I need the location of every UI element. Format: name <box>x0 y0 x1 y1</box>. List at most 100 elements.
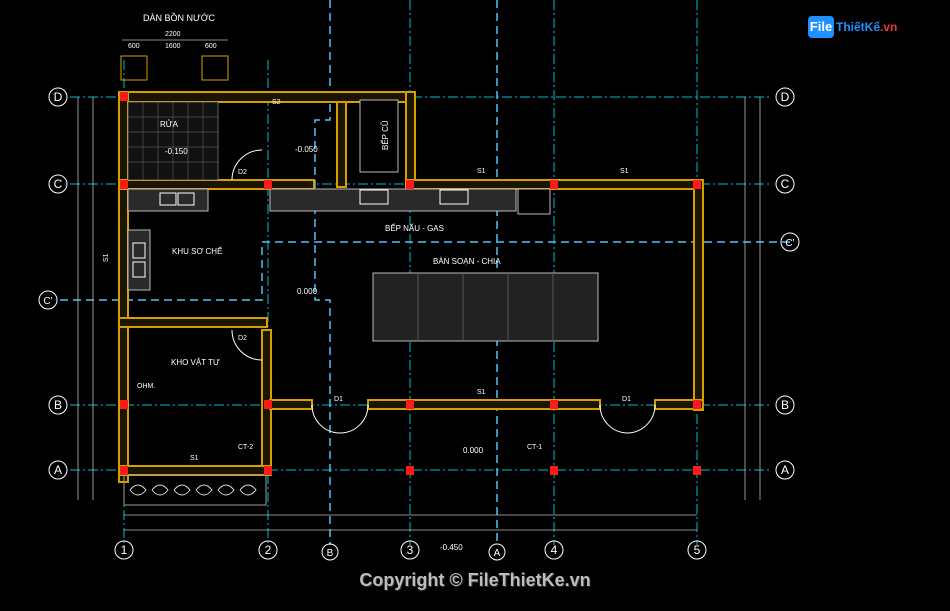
column <box>120 400 128 409</box>
section-label-b: B <box>327 548 334 559</box>
axis-label-2: 2 <box>265 543 272 557</box>
wall-a <box>118 465 272 476</box>
column <box>550 180 558 189</box>
tank-base-right <box>201 55 229 81</box>
counter-wash <box>127 188 209 212</box>
logo-brand: ThiếtKế <box>836 20 881 34</box>
tank-dim-b: 1600 <box>165 43 181 50</box>
door-label: D2 <box>238 169 247 176</box>
door-swing <box>311 404 341 434</box>
plant-icon <box>217 484 235 496</box>
room-label-storage: KHO VẬT TƯ <box>171 358 220 367</box>
door-label: D1 <box>334 396 343 403</box>
door-label: D1 <box>622 396 631 403</box>
level-old-kitchen: -0.050 <box>295 145 318 154</box>
door-swing <box>231 329 263 361</box>
door-swing <box>339 404 369 434</box>
tank-dim-total: 2200 <box>165 31 181 38</box>
wall-b-2 <box>367 399 601 410</box>
column-tag: CT-2 <box>238 444 253 451</box>
fridge <box>517 188 551 215</box>
axis-label-4: 4 <box>551 543 558 557</box>
wash-tiles <box>127 101 219 181</box>
level-hall: 0.000 <box>463 446 484 455</box>
axis-label-c-right: C <box>781 177 790 191</box>
column <box>550 466 558 475</box>
axis-label-c-left: C <box>54 177 63 191</box>
column <box>550 400 558 409</box>
plant-icon <box>173 484 191 496</box>
door-label: D2 <box>238 335 247 342</box>
door-swing <box>231 149 263 181</box>
column <box>406 400 414 409</box>
axis-label-d-right: D <box>781 90 790 104</box>
serving-table <box>372 272 599 342</box>
axis-label-c2-right: C' <box>785 238 794 249</box>
tank-labels: DÀN BỒN NƯỚC 2200 600 1600 600 <box>128 12 217 50</box>
level-wash: -0.150 <box>165 147 188 156</box>
tank-dim-c: 600 <box>205 43 217 50</box>
window-label: S2 <box>272 99 281 106</box>
column <box>406 466 414 475</box>
axis-label-b-right: B <box>781 398 789 412</box>
window-label: S1 <box>477 168 486 175</box>
room-label-serving: BÀN SOẠN - CHIA <box>433 257 501 266</box>
axis-label-b-left: B <box>54 398 62 412</box>
level-outside: -0.450 <box>440 543 463 552</box>
plant-icon <box>195 484 213 496</box>
plant-icon <box>239 484 257 496</box>
window-label: S1 <box>620 168 629 175</box>
wall-right <box>693 179 704 411</box>
brand-logo: File ThiếtKế.vn <box>808 12 928 42</box>
wall-left <box>118 91 129 483</box>
wall-c-left <box>118 179 315 190</box>
axis-label-a-left: A <box>54 463 62 477</box>
room-label-prep: KHU SƠ CHẾ <box>172 246 222 256</box>
axis-label-3: 3 <box>407 543 414 557</box>
logo-suffix: .vn <box>880 20 898 34</box>
door-swing <box>627 404 656 434</box>
old-stove <box>359 99 399 173</box>
window-label: S1 <box>190 455 199 462</box>
tank-dim-a: 600 <box>128 43 140 50</box>
room-label-wash: RỬA <box>160 120 179 129</box>
planter <box>123 474 267 506</box>
section-line-b <box>314 0 331 545</box>
column <box>693 180 701 189</box>
planter-plants <box>129 484 257 496</box>
room-label-ohm: OHM. <box>137 383 155 390</box>
drawing-stage: D C C' B A D C C' B A 1 2 3 4 5 B A DÀN … <box>0 0 950 611</box>
room-label-old-kitchen: BẾP CŨ <box>380 120 390 150</box>
column <box>120 92 128 101</box>
section-label-a: A <box>494 548 501 559</box>
window-label: S1 <box>477 389 486 396</box>
column <box>406 180 414 189</box>
counter-cooking <box>269 188 517 212</box>
window-label: S1 <box>103 253 110 262</box>
axis-label-a-right: A <box>781 463 789 477</box>
axis-label-d-left: D <box>54 90 63 104</box>
column <box>120 466 128 475</box>
column <box>264 180 272 189</box>
column <box>693 400 701 409</box>
column <box>693 466 701 475</box>
axis-label-1: 1 <box>121 543 128 557</box>
tank-title: DÀN BỒN NƯỚC <box>143 12 215 23</box>
column <box>264 400 272 409</box>
plant-icon <box>151 484 169 496</box>
column <box>264 466 272 475</box>
logo-text: ThiếtKế.vn <box>836 20 897 34</box>
axis-label-5: 5 <box>694 543 701 557</box>
plant-icon <box>129 484 147 496</box>
wall-kitchen-right <box>405 91 416 188</box>
axis-label-c2-left: C' <box>43 296 52 307</box>
column-tag: CT-1 <box>527 444 542 451</box>
level-prep: 0.000 <box>297 287 318 296</box>
counter-prep <box>127 229 151 291</box>
wall-storage-top <box>118 317 268 328</box>
wall-old-kitchen <box>336 101 347 188</box>
copyright-watermark: Copyright © FileThietKe.vn <box>359 570 591 590</box>
door-swing <box>599 404 629 434</box>
logo-badge: File <box>808 16 834 38</box>
column <box>120 180 128 189</box>
